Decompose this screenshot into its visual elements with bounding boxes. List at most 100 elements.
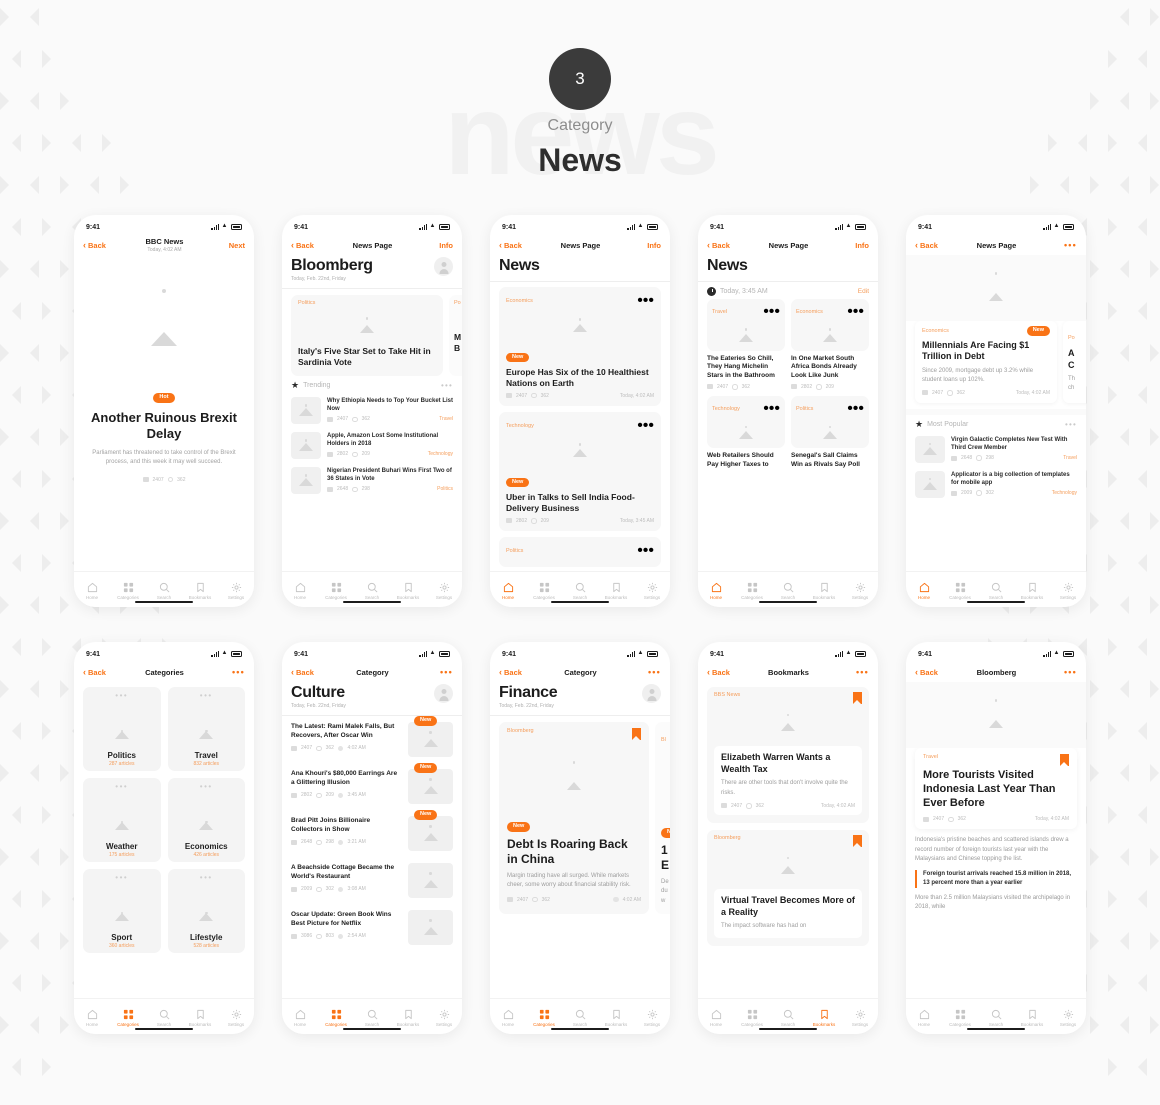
tab-home[interactable]: Home: [493, 582, 523, 600]
tab-bookmarks[interactable]: Bookmarks: [809, 1009, 839, 1027]
home-indicator[interactable]: [759, 1027, 817, 1030]
tab-bookmarks[interactable]: Bookmarks: [601, 1009, 631, 1027]
category-more-icon[interactable]: •••: [115, 873, 128, 882]
category-more-icon[interactable]: •••: [200, 873, 213, 882]
tab-home[interactable]: Home: [285, 1009, 315, 1027]
back-button[interactable]: ‹ Back: [83, 240, 106, 250]
tab-search[interactable]: Search: [357, 1009, 387, 1027]
list-item[interactable]: Oscar Update: Green Book Wins Best Pictu…: [282, 904, 462, 951]
tab-categories[interactable]: Categories: [321, 582, 351, 600]
tab-bookmarks[interactable]: Bookmarks: [1017, 582, 1047, 600]
tab-home[interactable]: Home: [493, 1009, 523, 1027]
tab-bookmarks[interactable]: Bookmarks: [1017, 1009, 1047, 1027]
tab-search[interactable]: Search: [565, 582, 595, 600]
tab-categories[interactable]: Categories: [737, 1009, 767, 1027]
list-item[interactable]: Virgin Galactic Completes New Test With …: [906, 432, 1086, 467]
hero-card-partial[interactable]: Po MB: [449, 295, 462, 377]
back-button[interactable]: ‹ Back: [499, 667, 522, 677]
avatar[interactable]: [434, 257, 453, 276]
category-card[interactable]: ••• Lifestyle 528 articles: [167, 869, 245, 953]
hero-carousel[interactable]: Economics New Millennials Are Facing $1 …: [906, 321, 1086, 403]
tab-bookmarks[interactable]: Bookmarks: [601, 582, 631, 600]
home-indicator[interactable]: [967, 1027, 1025, 1030]
tab-settings[interactable]: Settings: [429, 582, 459, 600]
card-more-icon[interactable]: •••: [637, 292, 654, 310]
category-card[interactable]: ••• Travel 832 articles: [167, 687, 245, 771]
home-indicator[interactable]: [135, 1027, 193, 1030]
more-options-icon[interactable]: •••: [223, 667, 245, 677]
category-card[interactable]: ••• Economics 426 articles: [167, 778, 245, 862]
tab-bookmarks[interactable]: Bookmarks: [393, 582, 423, 600]
tab-search[interactable]: Search: [773, 1009, 803, 1027]
tab-settings[interactable]: Settings: [1053, 1009, 1083, 1027]
nav-right-action[interactable]: Info: [639, 241, 661, 250]
hero-carousel[interactable]: Politics Italy's Five Star Set to Take H…: [282, 289, 462, 377]
hero-card[interactable]: Economics New Millennials Are Facing $1 …: [915, 321, 1057, 403]
tab-settings[interactable]: Settings: [845, 582, 875, 600]
card-more-icon[interactable]: •••: [637, 417, 654, 435]
list-item[interactable]: The Latest: Rami Malek Falls, But Recove…: [282, 716, 462, 763]
section-more-icon[interactable]: •••: [441, 381, 453, 390]
category-card[interactable]: ••• Weather 175 articles: [83, 778, 161, 862]
category-more-icon[interactable]: •••: [200, 782, 213, 791]
tab-categories[interactable]: Categories: [113, 1009, 143, 1027]
more-options-icon[interactable]: •••: [1055, 667, 1077, 677]
grid-more-icon[interactable]: •••: [847, 400, 864, 418]
category-more-icon[interactable]: •••: [200, 691, 213, 700]
section-more-icon[interactable]: •••: [1065, 420, 1077, 429]
tab-categories[interactable]: Categories: [321, 1009, 351, 1027]
grid-more-icon[interactable]: •••: [763, 400, 780, 418]
list-item[interactable]: Applicator is a big collection of templa…: [906, 467, 1086, 502]
more-options-icon[interactable]: •••: [639, 667, 661, 677]
home-indicator[interactable]: [551, 1027, 609, 1030]
back-button[interactable]: ‹ Back: [707, 667, 730, 677]
grid-item[interactable]: Politics ••• Senegal's Sall Claims Win a…: [791, 395, 869, 473]
hero-card-partial[interactable]: Po AC Th ch: [1063, 321, 1086, 403]
nav-right-action[interactable]: Info: [847, 241, 869, 250]
tab-bookmarks[interactable]: Bookmarks: [393, 1009, 423, 1027]
category-card[interactable]: ••• Sport 360 articles: [83, 869, 161, 953]
grid-item[interactable]: Travel ••• The Eateries So Chill, They H…: [707, 298, 785, 390]
bookmark-icon[interactable]: [853, 834, 862, 847]
finance-card[interactable]: Bloomberg New Debt Is Roaring Back in Ch…: [499, 722, 649, 914]
home-indicator[interactable]: [759, 600, 817, 603]
tab-settings[interactable]: Settings: [637, 1009, 667, 1027]
grid-more-icon[interactable]: •••: [763, 303, 780, 321]
back-button[interactable]: ‹ Back: [915, 240, 938, 250]
tab-settings[interactable]: Settings: [221, 1009, 251, 1027]
tab-search[interactable]: Search: [149, 582, 179, 600]
edit-button[interactable]: Edit: [858, 288, 869, 295]
home-indicator[interactable]: [967, 600, 1025, 603]
news-card[interactable]: Politics •••: [499, 536, 661, 567]
grid-item[interactable]: Technology ••• Web Retailers Should Pay …: [707, 395, 785, 473]
news-card[interactable]: Economics ••• New Europe Has Six of the …: [499, 286, 661, 406]
tab-search[interactable]: Search: [981, 1009, 1011, 1027]
more-options-icon[interactable]: •••: [847, 667, 869, 677]
tab-home[interactable]: Home: [701, 1009, 731, 1027]
tab-home[interactable]: Home: [285, 582, 315, 600]
home-indicator[interactable]: [343, 1027, 401, 1030]
home-indicator[interactable]: [551, 600, 609, 603]
tab-categories[interactable]: Categories: [529, 1009, 559, 1027]
tab-search[interactable]: Search: [981, 582, 1011, 600]
category-more-icon[interactable]: •••: [115, 691, 128, 700]
nav-right-action[interactable]: Info: [431, 241, 453, 250]
tab-bookmarks[interactable]: Bookmarks: [185, 582, 215, 600]
finance-card-partial[interactable]: Bl N 1E De du w: [655, 722, 670, 914]
grid-item[interactable]: Economics ••• In One Market South Africa…: [791, 298, 869, 390]
back-button[interactable]: ‹ Back: [499, 240, 522, 250]
tab-home[interactable]: Home: [77, 582, 107, 600]
tab-categories[interactable]: Categories: [737, 582, 767, 600]
news-card[interactable]: Technology ••• New Uber in Talks to Sell…: [499, 411, 661, 531]
tab-settings[interactable]: Settings: [429, 1009, 459, 1027]
tab-search[interactable]: Search: [565, 1009, 595, 1027]
card-carousel[interactable]: Bloomberg New Debt Is Roaring Back in Ch…: [490, 716, 670, 914]
tab-settings[interactable]: Settings: [845, 1009, 875, 1027]
grid-more-icon[interactable]: •••: [847, 303, 864, 321]
category-more-icon[interactable]: •••: [115, 782, 128, 791]
more-options-icon[interactable]: •••: [1055, 240, 1077, 250]
list-item[interactable]: A Beachside Cottage Became the World's R…: [282, 857, 462, 904]
bookmark-icon[interactable]: [853, 692, 862, 704]
tab-categories[interactable]: Categories: [945, 582, 975, 600]
tab-settings[interactable]: Settings: [221, 582, 251, 600]
